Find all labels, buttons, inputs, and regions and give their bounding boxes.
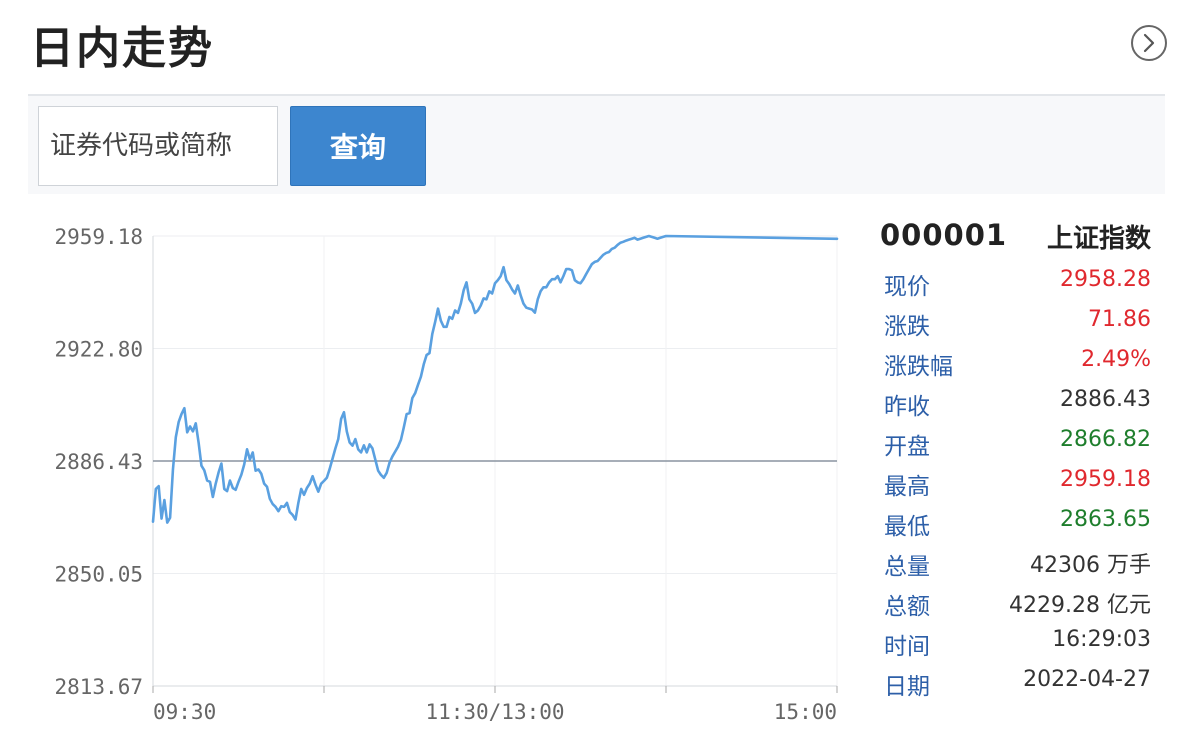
- quote-value: 2959.18: [1060, 467, 1151, 492]
- quote-row: 日期 2022-04-27: [872, 660, 1157, 700]
- quote-row: 现价 2958.28: [872, 260, 1157, 300]
- quote-label: 最高: [884, 474, 930, 500]
- intraday-chart: 2959.18 2922.80 2886.43 2850.05 2813.67 09:30…: [54, 225, 839, 724]
- y-tick-label: 2813.67: [54, 675, 143, 699]
- quote-row: 开盘 2866.82: [872, 420, 1157, 460]
- quote-label: 最低: [884, 514, 930, 540]
- quote-value: 2886.43: [1060, 387, 1151, 412]
- quote-label: 总量: [884, 554, 930, 580]
- more-button[interactable]: [1131, 25, 1167, 61]
- quote-value: 16:29:03: [1052, 627, 1151, 652]
- quote-value: 2863.65: [1060, 507, 1151, 532]
- x-tick-label: 11:30/13:00: [425, 700, 564, 724]
- y-tick-label: 2850.05: [54, 562, 143, 586]
- quote-row: 昨收 2886.43: [872, 380, 1157, 420]
- quote-label: 日期: [884, 674, 930, 700]
- quote-label: 开盘: [884, 434, 930, 460]
- quote-label: 总额: [884, 594, 930, 620]
- y-tick-label: 2886.43: [54, 450, 143, 474]
- quote-value: 4229.28 亿元: [1009, 593, 1151, 618]
- chevron-right-icon: [1143, 33, 1155, 53]
- quote-value: 2022-04-27: [1023, 667, 1151, 692]
- quote-label: 时间: [884, 634, 930, 660]
- quote-value: 42306 万手: [1030, 553, 1151, 578]
- quote-label: 涨跌: [884, 314, 930, 340]
- stock-name: 上证指数: [1046, 224, 1151, 254]
- quote-header: 000001 上证指数: [872, 210, 1157, 260]
- quote-label: 涨跌幅: [884, 354, 953, 380]
- quote-info-panel: 000001 上证指数 现价 2958.28 涨跌 71.86 涨跌幅 2.49…: [872, 210, 1157, 700]
- quote-row: 最高 2959.18: [872, 460, 1157, 500]
- quote-row: 总量 42306 万手: [872, 540, 1157, 580]
- quote-value: 2.49%: [1081, 347, 1151, 372]
- quote-value: 71.86: [1088, 307, 1151, 332]
- x-tick-label: 15:00: [774, 700, 837, 724]
- quote-row: 涨跌幅 2.49%: [872, 340, 1157, 380]
- quote-row: 总额 4229.28 亿元: [872, 580, 1157, 620]
- quote-row: 最低 2863.65: [872, 500, 1157, 540]
- stock-code: 000001: [880, 218, 1008, 252]
- quote-row: 时间 16:29:03: [872, 620, 1157, 660]
- y-tick-label: 2922.80: [54, 338, 143, 362]
- quote-label: 现价: [884, 274, 930, 300]
- quote-row: 涨跌 71.86: [872, 300, 1157, 340]
- y-tick-label: 2959.18: [54, 225, 143, 249]
- quote-value: 2866.82: [1060, 427, 1151, 452]
- quote-label: 昨收: [884, 394, 930, 420]
- x-tick-label: 09:30: [153, 700, 216, 724]
- quote-value: 2958.28: [1060, 267, 1151, 292]
